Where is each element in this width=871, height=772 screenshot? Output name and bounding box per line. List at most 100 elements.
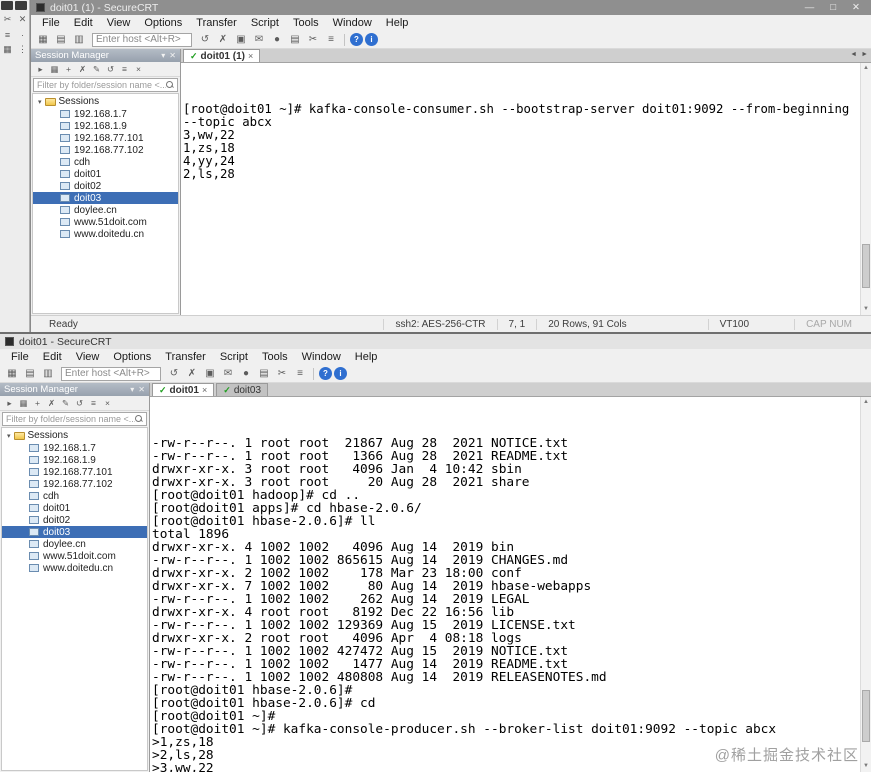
- menu-item[interactable]: Help: [379, 17, 416, 29]
- session-item[interactable]: 192.168.77.102: [33, 144, 178, 156]
- help-icon[interactable]: ?: [319, 367, 332, 380]
- sm-sort-icon[interactable]: ≡: [118, 63, 131, 76]
- clear-screen-icon[interactable]: ✂: [274, 366, 290, 381]
- menu-item[interactable]: Script: [213, 351, 255, 363]
- sm-refresh-icon[interactable]: ↺: [104, 63, 117, 76]
- sm-new-session-icon[interactable]: +: [62, 63, 75, 76]
- sm-folder-icon[interactable]: ▦: [17, 397, 30, 410]
- sm-remove-icon[interactable]: ✗: [45, 397, 58, 410]
- session-item[interactable]: cdh: [2, 490, 147, 502]
- menu-item[interactable]: View: [100, 17, 138, 29]
- session-item[interactable]: 192.168.77.101: [2, 466, 147, 478]
- connect-dialog-icon[interactable]: ▥: [40, 366, 56, 381]
- terminal-tab[interactable]: ✓ doit01 ×: [152, 383, 215, 396]
- help-icon[interactable]: ?: [350, 33, 363, 46]
- titlebar[interactable]: doit01 (1) - SecureCRT — □ ✕: [31, 0, 871, 15]
- panel-close-icon[interactable]: ✕: [138, 385, 145, 394]
- terminal-tab[interactable]: ✓ doit03: [216, 383, 269, 396]
- session-item[interactable]: doylee.cn: [2, 538, 147, 550]
- disconnect-icon[interactable]: ✗: [184, 366, 200, 381]
- sm-sort-icon[interactable]: ≡: [87, 397, 100, 410]
- scissors-icon[interactable]: ✂: [1, 13, 14, 26]
- menu-item[interactable]: Options: [106, 351, 158, 363]
- find-icon[interactable]: ●: [269, 32, 285, 47]
- session-manager-toggle-icon[interactable]: ▦: [4, 366, 20, 381]
- panel-menu-icon[interactable]: ▾: [130, 385, 134, 394]
- session-item[interactable]: doit02: [33, 180, 178, 192]
- terminal-tab[interactable]: ✓ doit01 (1) ×: [183, 49, 261, 62]
- print-icon[interactable]: ▤: [256, 366, 272, 381]
- session-item[interactable]: www.doitedu.cn: [33, 228, 178, 240]
- tab-scroll-right-icon[interactable]: ►: [861, 51, 868, 58]
- session-item[interactable]: cdh: [33, 156, 178, 168]
- clear-screen-icon[interactable]: ✂: [305, 32, 321, 47]
- terminal-output[interactable]: -rw-r--r--. 1 root root 21867 Aug 28 202…: [150, 397, 860, 772]
- scroll-down-icon[interactable]: ▼: [861, 761, 871, 772]
- session-item[interactable]: 192.168.77.101: [33, 132, 178, 144]
- session-item[interactable]: doylee.cn: [33, 204, 178, 216]
- menu-item[interactable]: Tools: [255, 351, 295, 363]
- scroll-down-icon[interactable]: ▼: [861, 304, 871, 315]
- panel-menu-icon[interactable]: ▾: [161, 51, 165, 60]
- menu-item[interactable]: Transfer: [158, 351, 213, 363]
- session-item[interactable]: doit02: [2, 514, 147, 526]
- sm-properties-icon[interactable]: ✎: [59, 397, 72, 410]
- connect-dialog-icon[interactable]: ▥: [71, 32, 87, 47]
- session-item[interactable]: doit03: [2, 526, 147, 538]
- terminal-scrollbar[interactable]: ▲ ▼: [860, 63, 871, 315]
- session-options-icon[interactable]: ≡: [323, 32, 339, 47]
- scroll-up-icon[interactable]: ▲: [861, 63, 871, 74]
- session-item[interactable]: doit01: [2, 502, 147, 514]
- sm-folder-icon[interactable]: ▦: [48, 63, 61, 76]
- sm-new-session-icon[interactable]: +: [31, 397, 44, 410]
- session-options-icon[interactable]: ≡: [292, 366, 308, 381]
- menu-item[interactable]: Help: [348, 351, 385, 363]
- titlebar[interactable]: doit01 - SecureCRT: [0, 334, 871, 349]
- menu-item[interactable]: Tools: [286, 17, 326, 29]
- close-icon[interactable]: ✕: [16, 13, 29, 26]
- session-manager-toggle-icon[interactable]: ▦: [35, 32, 51, 47]
- quick-connect-icon[interactable]: ▤: [53, 32, 69, 47]
- minimize-button[interactable]: —: [805, 0, 815, 15]
- session-item[interactable]: 192.168.1.7: [2, 442, 147, 454]
- session-item[interactable]: doit03: [33, 192, 178, 204]
- more-icon[interactable]: ⋮: [16, 43, 29, 56]
- quick-connect-icon[interactable]: ▤: [22, 366, 38, 381]
- reconnect-icon[interactable]: ↺: [197, 32, 213, 47]
- tree-root-sessions[interactable]: ▾ Sessions: [2, 429, 147, 442]
- paste-icon[interactable]: ✉: [220, 366, 236, 381]
- terminal-output[interactable]: [root@doit01 ~]# kafka-console-consumer.…: [181, 63, 860, 315]
- menu-item[interactable]: Edit: [36, 351, 69, 363]
- menu-item[interactable]: Window: [295, 351, 348, 363]
- paste-icon[interactable]: ✉: [251, 32, 267, 47]
- maximize-button[interactable]: □: [830, 0, 836, 15]
- disconnect-icon[interactable]: ✗: [215, 32, 231, 47]
- print-icon[interactable]: ▤: [287, 32, 303, 47]
- sm-close-icon[interactable]: ×: [101, 397, 114, 410]
- sm-close-icon[interactable]: ×: [132, 63, 145, 76]
- scrollbar-track[interactable]: [861, 74, 871, 304]
- menu-item[interactable]: Edit: [67, 17, 100, 29]
- close-button[interactable]: ✕: [852, 0, 860, 15]
- reconnect-icon[interactable]: ↺: [166, 366, 182, 381]
- grid-icon[interactable]: ▦: [1, 43, 14, 56]
- session-item[interactable]: www.doitedu.cn: [2, 562, 147, 574]
- session-item[interactable]: 192.168.1.7: [33, 108, 178, 120]
- session-item[interactable]: doit01: [33, 168, 178, 180]
- list-icon[interactable]: ≡: [1, 28, 14, 41]
- dot-icon[interactable]: ·: [16, 28, 29, 41]
- sm-connect-icon[interactable]: ▸: [34, 63, 47, 76]
- session-item[interactable]: 192.168.77.102: [2, 478, 147, 490]
- tab-close-icon[interactable]: ×: [248, 51, 253, 61]
- tab-scroll-left-icon[interactable]: ◄: [850, 51, 857, 58]
- scrollbar-track[interactable]: [861, 408, 871, 761]
- menu-item[interactable]: Options: [137, 17, 189, 29]
- menu-item[interactable]: Transfer: [189, 17, 244, 29]
- tree-root-sessions[interactable]: ▾ Sessions: [33, 95, 178, 108]
- menu-item[interactable]: View: [69, 351, 107, 363]
- sm-connect-icon[interactable]: ▸: [3, 397, 16, 410]
- copy-icon[interactable]: ▣: [202, 366, 218, 381]
- session-filter-input[interactable]: Filter by folder/session name <...: [33, 78, 178, 92]
- menu-item[interactable]: File: [35, 17, 67, 29]
- terminal-scrollbar[interactable]: ▲ ▼: [860, 397, 871, 772]
